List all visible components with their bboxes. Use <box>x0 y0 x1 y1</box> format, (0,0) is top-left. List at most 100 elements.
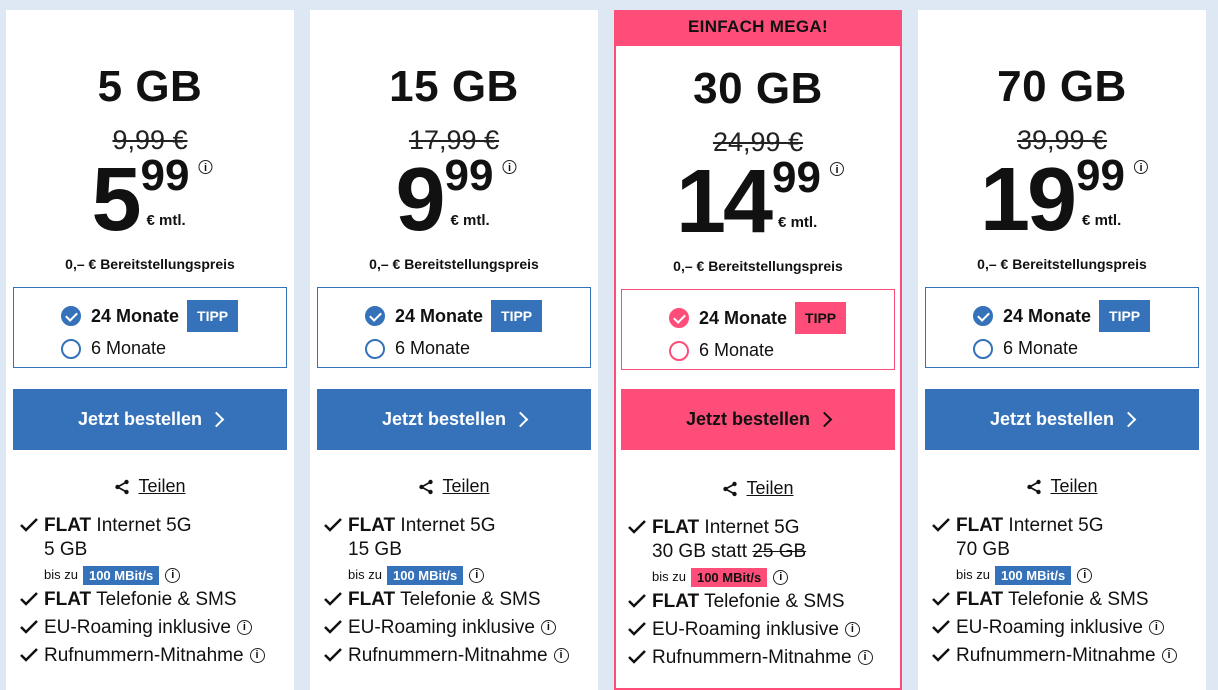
term-label: 6 Monate <box>1003 338 1079 358</box>
term-option-24[interactable]: 24 Monate TIPP <box>61 300 239 332</box>
term-label: 24 Monate <box>1003 305 1092 326</box>
feature-internet: FLAT Internet 5G <box>20 514 290 538</box>
check-icon <box>20 518 38 532</box>
share-link[interactable]: Teilen <box>310 476 598 497</box>
feature-rufnummer: Rufnummern-Mitnahme i <box>932 644 1202 668</box>
feature-speed: bis zu 100 MBit/s i <box>20 562 290 588</box>
price-integer: 5 <box>91 150 141 250</box>
radio-icon[interactable] <box>61 338 81 359</box>
feature-list: FLAT Internet 5G 15 GB bis zu 100 MBit/s i… <box>324 514 594 668</box>
feature-rufnummer: Rufnummern-Mitnahme i <box>324 644 594 668</box>
radio-checked-icon[interactable] <box>365 306 385 326</box>
check-icon <box>628 622 646 636</box>
old-volume: 25 GB <box>752 541 807 562</box>
term-label: 24 Monate <box>91 305 180 326</box>
radio-checked-icon[interactable] <box>61 306 81 326</box>
info-icon[interactable]: i <box>553 648 569 664</box>
feature-roaming: EU-Roaming inklusive i <box>324 616 594 640</box>
info-icon[interactable]: i <box>1161 648 1177 664</box>
order-button[interactable]: Jetzt bestellen <box>13 389 287 450</box>
info-icon[interactable]: i <box>165 567 181 583</box>
info-icon[interactable]: i <box>1148 620 1164 636</box>
feature-internet: FLAT Internet 5G <box>628 516 896 540</box>
order-button-label: Jetzt bestellen <box>685 409 811 429</box>
speed-badge: 100 MBit/s <box>994 565 1072 585</box>
feature-internet: FLAT Internet 5G <box>324 514 594 538</box>
order-button[interactable]: Jetzt bestellen <box>317 389 591 450</box>
feature-telefonie: FLAT Telefonie & SMS <box>20 588 290 612</box>
info-icon[interactable]: i <box>469 567 485 583</box>
info-icon[interactable]: i <box>198 160 213 174</box>
price-integer: 14 <box>675 152 773 252</box>
share-label: Teilen <box>1050 476 1098 496</box>
setup-fee: 0,– € Bereitstellungspreis <box>673 258 843 274</box>
radio-checked-icon[interactable] <box>973 306 993 326</box>
price-decimal: 99 <box>772 153 822 202</box>
feature-volume: 15 GB <box>348 539 402 560</box>
tipp-badge: TIPP <box>1099 300 1151 332</box>
plan-volume-title: 5 GB <box>97 62 203 111</box>
price: 14 99 i € mtl. <box>616 152 900 252</box>
share-icon <box>1027 479 1042 494</box>
tipp-badge: TIPP <box>187 300 239 332</box>
price-unit: € mtl. <box>1082 212 1122 229</box>
promo-badge: EINFACH MEGA! <box>616 12 900 46</box>
price-decimal: 99 <box>444 151 494 200</box>
radio-icon[interactable] <box>365 338 385 359</box>
chevron-right-icon <box>208 411 225 428</box>
info-icon[interactable]: i <box>857 650 873 666</box>
radio-checked-icon[interactable] <box>669 308 689 328</box>
info-icon[interactable]: i <box>844 622 860 638</box>
feature-internet: FLAT Internet 5G <box>932 514 1202 538</box>
term-label: 6 Monate <box>395 338 471 358</box>
setup-fee: 0,– € Bereitstellungspreis <box>369 256 539 272</box>
term-option-6[interactable]: 6 Monate <box>61 338 166 359</box>
feature-speed: bis zu 100 MBit/s i <box>932 562 1202 588</box>
price-integer: 19 <box>979 150 1077 250</box>
share-icon <box>115 479 130 494</box>
chevron-right-icon <box>816 411 833 428</box>
check-icon <box>932 620 950 634</box>
info-icon[interactable]: i <box>249 648 265 664</box>
feature-telefonie: FLAT Telefonie & SMS <box>628 590 896 614</box>
info-icon[interactable]: i <box>540 620 556 636</box>
share-link[interactable]: Teilen <box>918 476 1206 497</box>
order-button[interactable]: Jetzt bestellen <box>925 389 1199 450</box>
radio-icon[interactable] <box>973 338 993 359</box>
setup-fee: 0,– € Bereitstellungspreis <box>65 256 235 272</box>
term-option-6[interactable]: 6 Monate <box>669 340 774 361</box>
check-icon <box>932 648 950 662</box>
term-option-6[interactable]: 6 Monate <box>973 338 1078 359</box>
term-label: 24 Monate <box>699 307 788 328</box>
info-icon[interactable]: i <box>1077 567 1093 583</box>
check-icon <box>20 648 38 662</box>
info-icon[interactable]: i <box>1134 160 1149 174</box>
order-button[interactable]: Jetzt bestellen <box>621 389 895 450</box>
feature-list: FLAT Internet 5G 30 GB statt 25 GB bis z… <box>628 516 896 670</box>
check-icon <box>20 620 38 634</box>
info-icon[interactable]: i <box>236 620 252 636</box>
feature-speed: bis zu 100 MBit/s i <box>324 562 594 588</box>
radio-icon[interactable] <box>669 340 689 361</box>
tipp-badge: TIPP <box>491 300 543 332</box>
price-unit: € mtl. <box>450 212 490 229</box>
term-option-24[interactable]: 24 Monate TIPP <box>973 300 1151 332</box>
feature-roaming: EU-Roaming inklusive i <box>628 618 896 642</box>
info-icon[interactable]: i <box>773 569 789 585</box>
plan-card-5gb: 5 GB 9,99 € 5 99 i € mtl. 0,– € Bereitst… <box>6 10 294 690</box>
info-icon[interactable]: i <box>830 162 845 176</box>
check-icon <box>628 594 646 608</box>
check-icon <box>628 520 646 534</box>
share-link[interactable]: Teilen <box>616 478 900 499</box>
term-option-24[interactable]: 24 Monate TIPP <box>365 300 543 332</box>
share-icon <box>723 481 738 496</box>
term-selector: 24 Monate TIPP 6 Monate <box>317 287 591 368</box>
share-link[interactable]: Teilen <box>6 476 294 497</box>
term-option-24[interactable]: 24 Monate TIPP <box>669 302 847 334</box>
term-option-6[interactable]: 6 Monate <box>365 338 470 359</box>
share-icon <box>419 479 434 494</box>
info-icon[interactable]: i <box>502 160 517 174</box>
plan-card-30gb: EINFACH MEGA! 30 GB 24,99 € 14 99 i € mt… <box>614 10 902 690</box>
speed-badge: 100 MBit/s <box>386 565 464 585</box>
price: 9 99 i € mtl. <box>310 150 598 250</box>
